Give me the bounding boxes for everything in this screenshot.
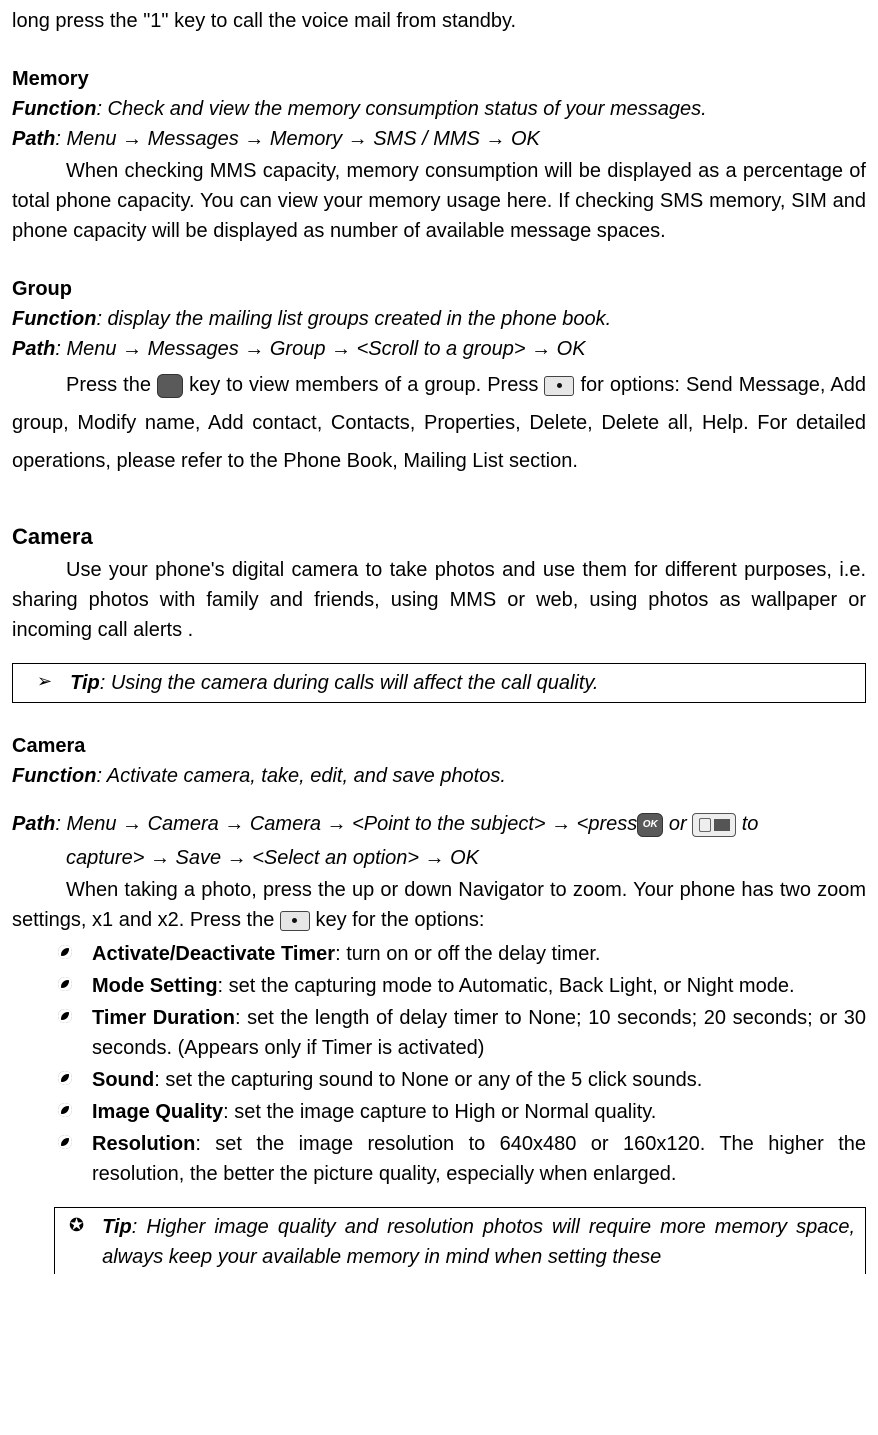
list-item: Image Quality: set the image capture to … <box>54 1097 866 1127</box>
path-label: Path <box>12 813 55 835</box>
tip-box-1: ➢ Tip: Using the camera during calls wil… <box>12 663 866 703</box>
camera-function: Function: Activate camera, take, edit, a… <box>12 761 866 791</box>
camera-path: Path: Menu → Camera → Camera → <Point to… <box>12 805 866 843</box>
ok-key-icon: OK <box>157 374 183 398</box>
camera-options-list: Activate/Deactivate Timer: turn on or of… <box>12 939 866 1189</box>
group-para-b: key to view members of a group. Press <box>189 374 544 396</box>
option-rest: : set the image capture to High or Norma… <box>223 1101 656 1123</box>
camera-path-b: to <box>736 813 758 835</box>
path-label: Path <box>12 128 55 150</box>
camera-sub-title: Camera <box>12 731 866 761</box>
camera-function-text: : Activate camera, take, edit, and save … <box>96 765 505 787</box>
camera-big-title: Camera <box>12 520 866 553</box>
option-rest: : set the image resolution to 640x480 or… <box>92 1133 866 1185</box>
intro-line: long press the "1" key to call the voice… <box>12 6 866 36</box>
group-title: Group <box>12 274 866 304</box>
option-term: Resolution <box>92 1133 195 1155</box>
function-label: Function <box>12 308 96 330</box>
tip-box-2: ✪ Tip: Higher image quality and resoluti… <box>54 1207 866 1274</box>
memory-function-text: : Check and view the memory consumption … <box>96 98 706 120</box>
tip2-body: Tip: Higher image quality and resolution… <box>102 1212 855 1272</box>
memory-para: When checking MMS capacity, memory consu… <box>12 156 866 246</box>
camera-path-mid: or <box>663 813 692 835</box>
memory-function: Function: Check and view the memory cons… <box>12 94 866 124</box>
softkey-icon <box>544 376 574 396</box>
list-item: Mode Setting: set the capturing mode to … <box>54 971 866 1001</box>
camera-path-cont: capture> → Save → <Select an option> → O… <box>12 843 866 873</box>
memory-path-text: : Menu → Messages → Memory → SMS / MMS →… <box>55 128 540 150</box>
tip1-text: : Using the camera during calls will aff… <box>100 672 599 694</box>
option-term: Activate/Deactivate Timer <box>92 943 335 965</box>
memory-title: Memory <box>12 64 866 94</box>
option-term: Image Quality <box>92 1101 223 1123</box>
group-function-text: : display the mailing list groups create… <box>96 308 611 330</box>
list-item: Sound: set the capturing sound to None o… <box>54 1065 866 1095</box>
group-path-text: : Menu → Messages → Group → <Scroll to a… <box>55 338 585 360</box>
tip2-text: : Higher image quality and resolution ph… <box>102 1216 855 1268</box>
option-term: Mode Setting <box>92 975 218 997</box>
list-item: Resolution: set the image resolution to … <box>54 1129 866 1189</box>
group-function: Function: display the mailing list group… <box>12 304 866 334</box>
camera-key-icon <box>692 813 736 837</box>
list-item: Activate/Deactivate Timer: turn on or of… <box>54 939 866 969</box>
camera-path-a: : Menu → Camera → Camera → <Point to the… <box>55 813 637 835</box>
memory-path: Path: Menu → Messages → Memory → SMS / M… <box>12 124 866 154</box>
function-label: Function <box>12 765 96 787</box>
group-para: Press the OK key to view members of a gr… <box>12 366 866 480</box>
camera-intro: Use your phone's digital camera to take … <box>12 555 866 645</box>
option-rest: : set the capturing mode to Automatic, B… <box>218 975 795 997</box>
tip-label: Tip <box>102 1216 132 1238</box>
option-rest: : turn on or off the delay timer. <box>335 943 600 965</box>
list-item: Timer Duration: set the length of delay … <box>54 1003 866 1063</box>
tip-label: Tip <box>70 672 100 694</box>
option-term: Sound <box>92 1069 154 1091</box>
option-term: Timer Duration <box>92 1007 235 1029</box>
group-path: Path: Menu → Messages → Group → <Scroll … <box>12 334 866 364</box>
option-rest: : set the capturing sound to None or any… <box>154 1069 702 1091</box>
tip1-body: Tip: Using the camera during calls will … <box>70 668 598 698</box>
zoom-para: When taking a photo, press the up or dow… <box>12 875 866 935</box>
bullet-marker-icon: ➢ <box>23 668 52 695</box>
softkey-icon <box>280 911 310 931</box>
ok-key-icon: OK <box>637 813 663 837</box>
bullet-marker-icon: ✪ <box>65 1212 84 1239</box>
function-label: Function <box>12 98 96 120</box>
path-label: Path <box>12 338 55 360</box>
zoom-b: key for the options: <box>315 909 484 931</box>
